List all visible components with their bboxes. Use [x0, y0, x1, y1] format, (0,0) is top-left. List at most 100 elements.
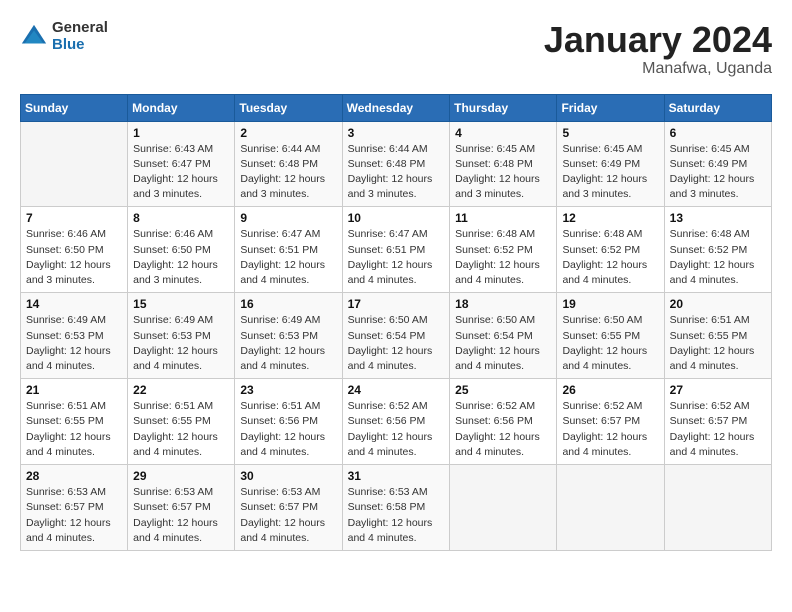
table-cell — [664, 465, 771, 551]
table-cell: 30 Sunrise: 6:53 AMSunset: 6:57 PMDaylig… — [235, 465, 342, 551]
header-saturday: Saturday — [664, 94, 771, 121]
table-cell: 16 Sunrise: 6:49 AMSunset: 6:53 PMDaylig… — [235, 293, 342, 379]
day-number: 30 — [240, 469, 336, 483]
header-monday: Monday — [128, 94, 235, 121]
week-row-2: 7 Sunrise: 6:46 AMSunset: 6:50 PMDayligh… — [21, 207, 772, 293]
table-cell: 23 Sunrise: 6:51 AMSunset: 6:56 PMDaylig… — [235, 379, 342, 465]
day-info: Sunrise: 6:46 AMSunset: 6:50 PMDaylight:… — [133, 227, 229, 288]
table-cell: 14 Sunrise: 6:49 AMSunset: 6:53 PMDaylig… — [21, 293, 128, 379]
table-cell: 20 Sunrise: 6:51 AMSunset: 6:55 PMDaylig… — [664, 293, 771, 379]
day-info: Sunrise: 6:48 AMSunset: 6:52 PMDaylight:… — [562, 227, 658, 288]
day-info: Sunrise: 6:50 AMSunset: 6:54 PMDaylight:… — [455, 313, 551, 374]
table-cell: 28 Sunrise: 6:53 AMSunset: 6:57 PMDaylig… — [21, 465, 128, 551]
day-info: Sunrise: 6:51 AMSunset: 6:55 PMDaylight:… — [133, 399, 229, 460]
day-number: 12 — [562, 211, 658, 225]
day-number: 20 — [670, 297, 766, 311]
day-info: Sunrise: 6:45 AMSunset: 6:48 PMDaylight:… — [455, 142, 551, 203]
day-info: Sunrise: 6:44 AMSunset: 6:48 PMDaylight:… — [348, 142, 445, 203]
day-info: Sunrise: 6:50 AMSunset: 6:55 PMDaylight:… — [562, 313, 658, 374]
day-info: Sunrise: 6:52 AMSunset: 6:57 PMDaylight:… — [670, 399, 766, 460]
header-thursday: Thursday — [450, 94, 557, 121]
day-number: 25 — [455, 383, 551, 397]
table-cell: 11 Sunrise: 6:48 AMSunset: 6:52 PMDaylig… — [450, 207, 557, 293]
table-cell: 18 Sunrise: 6:50 AMSunset: 6:54 PMDaylig… — [450, 293, 557, 379]
day-info: Sunrise: 6:48 AMSunset: 6:52 PMDaylight:… — [670, 227, 766, 288]
day-number: 29 — [133, 469, 229, 483]
table-cell: 27 Sunrise: 6:52 AMSunset: 6:57 PMDaylig… — [664, 379, 771, 465]
logo-icon — [20, 23, 48, 51]
day-info: Sunrise: 6:49 AMSunset: 6:53 PMDaylight:… — [133, 313, 229, 374]
day-number: 4 — [455, 126, 551, 140]
day-number: 31 — [348, 469, 445, 483]
day-number: 23 — [240, 383, 336, 397]
table-cell: 21 Sunrise: 6:51 AMSunset: 6:55 PMDaylig… — [21, 379, 128, 465]
table-cell: 9 Sunrise: 6:47 AMSunset: 6:51 PMDayligh… — [235, 207, 342, 293]
day-number: 10 — [348, 211, 445, 225]
day-number: 2 — [240, 126, 336, 140]
day-info: Sunrise: 6:47 AMSunset: 6:51 PMDaylight:… — [348, 227, 445, 288]
week-row-5: 28 Sunrise: 6:53 AMSunset: 6:57 PMDaylig… — [21, 465, 772, 551]
day-number: 21 — [26, 383, 122, 397]
logo: General Blue — [20, 20, 108, 53]
calendar-header: SundayMondayTuesdayWednesdayThursdayFrid… — [21, 94, 772, 121]
table-cell: 26 Sunrise: 6:52 AMSunset: 6:57 PMDaylig… — [557, 379, 664, 465]
day-number: 18 — [455, 297, 551, 311]
day-number: 9 — [240, 211, 336, 225]
table-cell: 31 Sunrise: 6:53 AMSunset: 6:58 PMDaylig… — [342, 465, 450, 551]
day-number: 17 — [348, 297, 445, 311]
header-row: SundayMondayTuesdayWednesdayThursdayFrid… — [21, 94, 772, 121]
location-subtitle: Manafwa, Uganda — [544, 60, 772, 78]
day-info: Sunrise: 6:51 AMSunset: 6:56 PMDaylight:… — [240, 399, 336, 460]
table-cell: 29 Sunrise: 6:53 AMSunset: 6:57 PMDaylig… — [128, 465, 235, 551]
week-row-3: 14 Sunrise: 6:49 AMSunset: 6:53 PMDaylig… — [21, 293, 772, 379]
day-info: Sunrise: 6:44 AMSunset: 6:48 PMDaylight:… — [240, 142, 336, 203]
month-year-title: January 2024 — [544, 20, 772, 60]
day-info: Sunrise: 6:52 AMSunset: 6:56 PMDaylight:… — [348, 399, 445, 460]
table-cell: 25 Sunrise: 6:52 AMSunset: 6:56 PMDaylig… — [450, 379, 557, 465]
day-number: 14 — [26, 297, 122, 311]
week-row-1: 1 Sunrise: 6:43 AMSunset: 6:47 PMDayligh… — [21, 121, 772, 207]
day-number: 5 — [562, 126, 658, 140]
table-cell: 7 Sunrise: 6:46 AMSunset: 6:50 PMDayligh… — [21, 207, 128, 293]
day-info: Sunrise: 6:53 AMSunset: 6:57 PMDaylight:… — [240, 485, 336, 546]
day-number: 7 — [26, 211, 122, 225]
table-cell: 8 Sunrise: 6:46 AMSunset: 6:50 PMDayligh… — [128, 207, 235, 293]
week-row-4: 21 Sunrise: 6:51 AMSunset: 6:55 PMDaylig… — [21, 379, 772, 465]
header-tuesday: Tuesday — [235, 94, 342, 121]
day-number: 8 — [133, 211, 229, 225]
day-info: Sunrise: 6:45 AMSunset: 6:49 PMDaylight:… — [562, 142, 658, 203]
logo-blue: Blue — [52, 37, 108, 54]
day-info: Sunrise: 6:45 AMSunset: 6:49 PMDaylight:… — [670, 142, 766, 203]
day-number: 16 — [240, 297, 336, 311]
table-cell: 5 Sunrise: 6:45 AMSunset: 6:49 PMDayligh… — [557, 121, 664, 207]
table-cell: 15 Sunrise: 6:49 AMSunset: 6:53 PMDaylig… — [128, 293, 235, 379]
day-number: 11 — [455, 211, 551, 225]
table-cell: 10 Sunrise: 6:47 AMSunset: 6:51 PMDaylig… — [342, 207, 450, 293]
day-number: 1 — [133, 126, 229, 140]
day-number: 22 — [133, 383, 229, 397]
table-cell: 2 Sunrise: 6:44 AMSunset: 6:48 PMDayligh… — [235, 121, 342, 207]
table-cell: 1 Sunrise: 6:43 AMSunset: 6:47 PMDayligh… — [128, 121, 235, 207]
day-info: Sunrise: 6:50 AMSunset: 6:54 PMDaylight:… — [348, 313, 445, 374]
day-info: Sunrise: 6:53 AMSunset: 6:57 PMDaylight:… — [26, 485, 122, 546]
table-cell: 22 Sunrise: 6:51 AMSunset: 6:55 PMDaylig… — [128, 379, 235, 465]
day-info: Sunrise: 6:51 AMSunset: 6:55 PMDaylight:… — [670, 313, 766, 374]
table-cell: 19 Sunrise: 6:50 AMSunset: 6:55 PMDaylig… — [557, 293, 664, 379]
day-number: 3 — [348, 126, 445, 140]
title-block: January 2024 Manafwa, Uganda — [544, 20, 772, 78]
day-info: Sunrise: 6:46 AMSunset: 6:50 PMDaylight:… — [26, 227, 122, 288]
table-cell: 3 Sunrise: 6:44 AMSunset: 6:48 PMDayligh… — [342, 121, 450, 207]
day-info: Sunrise: 6:49 AMSunset: 6:53 PMDaylight:… — [26, 313, 122, 374]
table-cell: 24 Sunrise: 6:52 AMSunset: 6:56 PMDaylig… — [342, 379, 450, 465]
table-cell — [450, 465, 557, 551]
day-info: Sunrise: 6:47 AMSunset: 6:51 PMDaylight:… — [240, 227, 336, 288]
logo-text: General Blue — [52, 20, 108, 53]
day-number: 24 — [348, 383, 445, 397]
page-header: General Blue January 2024 Manafwa, Ugand… — [20, 20, 772, 78]
day-info: Sunrise: 6:52 AMSunset: 6:57 PMDaylight:… — [562, 399, 658, 460]
header-sunday: Sunday — [21, 94, 128, 121]
day-number: 19 — [562, 297, 658, 311]
day-info: Sunrise: 6:48 AMSunset: 6:52 PMDaylight:… — [455, 227, 551, 288]
day-number: 13 — [670, 211, 766, 225]
logo-general: General — [52, 20, 108, 37]
